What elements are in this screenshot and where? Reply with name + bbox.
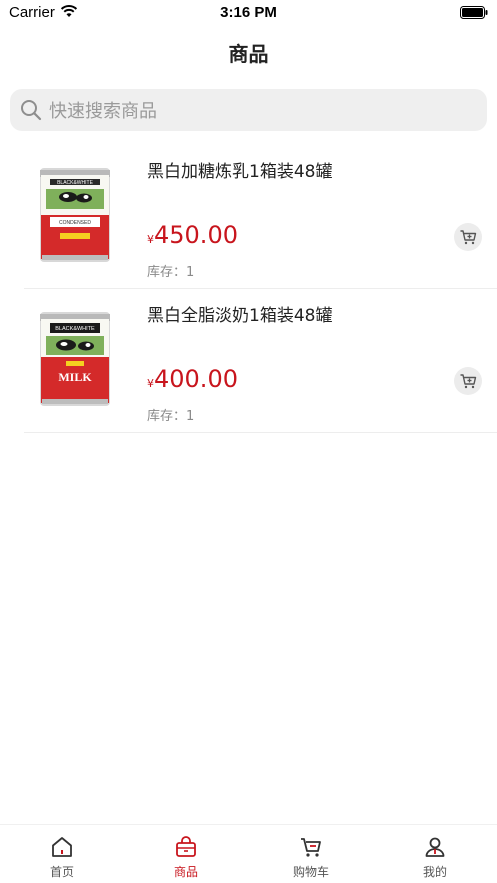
- product-name: 黑白全脂淡奶1箱装48罐: [147, 306, 333, 326]
- product-price: ¥400.00: [147, 365, 238, 393]
- search-icon: [21, 100, 42, 121]
- product-stock: 库存：1: [147, 409, 195, 424]
- tab-cart-label: 购物车: [292, 865, 329, 879]
- product-image: BLACK&WHITE MILK: [40, 312, 110, 406]
- add-to-cart-button[interactable]: [454, 223, 482, 251]
- user-icon: [425, 837, 445, 857]
- add-cart-icon: [460, 230, 477, 245]
- can-milk-text: MILK: [58, 370, 92, 384]
- cart-icon: [301, 838, 321, 857]
- tab-products[interactable]: 商品: [156, 835, 216, 880]
- product-name: 黑白加糖炼乳1箱装48罐: [147, 162, 333, 182]
- tab-bar: 首页 商品 购物车 我的: [0, 824, 497, 883]
- shopping-bag-icon: [176, 836, 196, 857]
- status-time: 3:16 PM: [220, 4, 277, 21]
- product-item[interactable]: BLACK&WHITE CONDENSED 黑白加糖炼乳1箱装48罐 ¥450.…: [24, 145, 497, 289]
- product-image: BLACK&WHITE CONDENSED: [40, 168, 110, 262]
- status-bar: Carrier 3:16 PM: [0, 0, 497, 26]
- add-to-cart-button[interactable]: [454, 367, 482, 395]
- page-title: 商品: [228, 42, 269, 66]
- can-condensed-text: CONDENSED: [59, 220, 91, 226]
- home-icon: [52, 837, 72, 857]
- tab-profile[interactable]: 我的: [405, 835, 465, 880]
- product-price: ¥450.00: [147, 221, 238, 249]
- product-stock: 库存：1: [147, 265, 195, 280]
- tab-home[interactable]: 首页: [32, 835, 92, 880]
- search-input[interactable]: 快速搜索商品: [10, 89, 487, 131]
- can-brand-text: BLACK&WHITE: [55, 326, 95, 332]
- tab-cart[interactable]: 购物车: [281, 835, 341, 880]
- add-cart-icon: [460, 374, 477, 389]
- tab-home-label: 首页: [49, 865, 74, 879]
- product-item[interactable]: BLACK&WHITE MILK 黑白全脂淡奶1箱装48罐 ¥400.00 库存…: [24, 289, 497, 433]
- tab-products-label: 商品: [173, 865, 198, 879]
- battery-icon: [460, 6, 488, 19]
- can-brand-text: BLACK&WHITE: [57, 180, 94, 186]
- tab-profile-label: 我的: [422, 865, 447, 879]
- search-placeholder: 快速搜索商品: [49, 101, 157, 122]
